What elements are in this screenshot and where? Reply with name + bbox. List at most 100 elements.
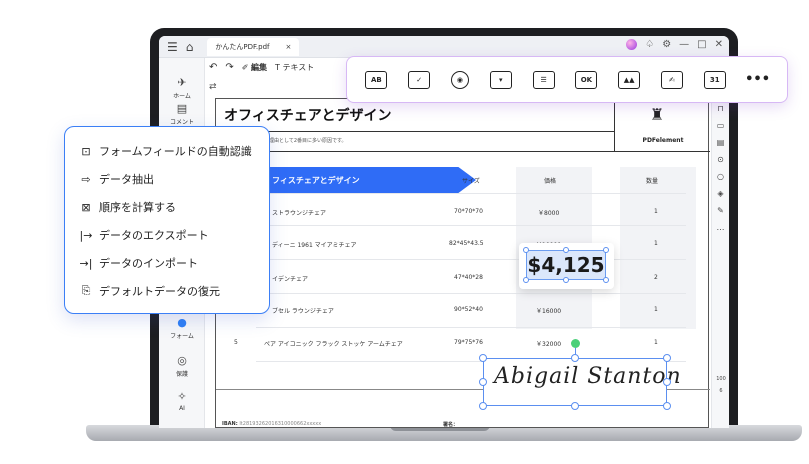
tab-close-icon[interactable]: ×	[286, 43, 292, 51]
menu-item-data-extract[interactable]: ⇨ データ抽出	[79, 171, 154, 187]
resize-handle[interactable]	[663, 354, 671, 362]
resize-handle[interactable]	[663, 402, 671, 410]
resize-handle[interactable]	[571, 354, 579, 362]
menu-item-export[interactable]: |→ データのエクスポート	[79, 227, 209, 243]
menu-item-import[interactable]: →| データのインポート	[79, 255, 198, 271]
table-cell-name: ディーニ 1961 マイアミチェア	[272, 242, 357, 249]
resize-handle[interactable]	[479, 402, 487, 410]
filter-icon[interactable]: ⇄	[209, 82, 217, 92]
more-icon[interactable]: •••	[745, 71, 770, 89]
attachment-icon[interactable]: ⊙	[712, 155, 729, 164]
table-cell-size: 90*52*40	[454, 306, 483, 313]
resize-handle[interactable]	[523, 277, 529, 283]
dropdown-icon[interactable]: ▾	[489, 70, 512, 89]
radio-button-icon[interactable]: ◉	[450, 70, 469, 89]
sidebar-item-ai[interactable]: ✧ AI	[159, 390, 205, 412]
form-feature-menu: ⊡ フォームフィールドの自動認識 ⇨ データ抽出 ⊠ 順序を計算する |→ デー…	[64, 126, 270, 314]
close-icon[interactable]: ✕	[715, 39, 723, 50]
resize-handle[interactable]	[563, 277, 569, 283]
iban-value[interactable]: It28193262016310000662xxxxx	[239, 421, 321, 427]
table-cell-qty: 1	[654, 240, 658, 247]
table-cell-price[interactable]: ￥16000	[536, 306, 561, 315]
date-field-icon[interactable]: 31	[703, 70, 726, 89]
column-header-size: サイズ	[462, 178, 480, 185]
hero-illustration: ☰ ⌂ かんたんPDF.pdf × ♤ ⚙ — □ ✕ ↶ ↷ ✐ 編集 T テ…	[0, 0, 809, 464]
avatar[interactable]	[626, 39, 638, 50]
signature-field-icon[interactable]: ✍	[660, 70, 683, 89]
signature-text: Abigail Stanton	[494, 364, 682, 389]
rotate-handle[interactable]	[571, 339, 580, 348]
sidebar-item-form[interactable]: ● フォーム	[159, 316, 205, 340]
image-field-icon[interactable]: ▲▲	[618, 70, 641, 89]
iban-field: IBAN: It28193262016310000662xxxxx	[222, 421, 321, 427]
sidebar-item-label: ホーム	[173, 93, 191, 100]
sidebar-item-protect[interactable]: ◎ 保護	[159, 354, 205, 378]
iban-label: IBAN:	[222, 421, 238, 427]
edit-icon: ✐	[241, 63, 249, 72]
zoom-level[interactable]: 100	[712, 376, 729, 382]
menu-item-auto-recognize[interactable]: ⊡ フォームフィールドの自動認識	[79, 143, 251, 159]
layers-icon[interactable]: ◈	[712, 189, 729, 198]
sidebar-item-home[interactable]: ✈ ホーム	[159, 76, 205, 100]
page-indicator: 6	[719, 388, 723, 394]
table-cell-num: 5	[234, 339, 238, 346]
calculate-icon: ⊠	[81, 200, 91, 214]
menu-item-label: データのインポート	[99, 257, 198, 270]
text-field-icon[interactable]: AB	[365, 70, 388, 89]
bell-icon[interactable]: ♤	[645, 39, 654, 50]
button-field-icon[interactable]: OK	[575, 70, 598, 89]
data-extract-icon: ⇨	[81, 172, 91, 186]
table-cell-qty: 1	[654, 208, 658, 215]
checkbox-icon[interactable]: ✓	[408, 70, 431, 89]
table-cell-name: イデンチェア	[272, 276, 309, 283]
comment-panel-icon[interactable]: ▭	[712, 121, 729, 130]
home-icon[interactable]: ⌂	[186, 40, 194, 54]
edit-tool-button[interactable]: ✐ 編集	[242, 62, 267, 73]
resize-handle[interactable]	[603, 277, 609, 283]
maximize-icon[interactable]: □	[697, 39, 706, 50]
gear-icon[interactable]: ⚙	[662, 39, 671, 50]
menu-item-calculate[interactable]: ⊠ 順序を計算する	[79, 199, 176, 215]
hamburger-icon[interactable]: ☰	[167, 40, 178, 54]
document-tab[interactable]: かんたんPDF.pdf ×	[207, 37, 300, 56]
more-panel-icon[interactable]: …	[712, 223, 729, 232]
bookmark-icon[interactable]: ⊓	[712, 104, 729, 113]
signature-panel-icon[interactable]: ✎	[712, 206, 729, 215]
resize-handle[interactable]	[563, 247, 569, 253]
column-bg-qty	[620, 167, 696, 329]
table-cell-price[interactable]: ￥32000	[536, 339, 561, 348]
list-box-icon[interactable]: ☰	[532, 70, 555, 89]
table-cell-name: ストラウンジチェア	[272, 210, 327, 217]
table-cell-size: 79*75*76	[454, 339, 483, 346]
document-title: オフィスチェアとデザイン	[224, 108, 392, 124]
shield-icon: ◎	[177, 354, 187, 367]
row-divider	[256, 327, 686, 328]
divider	[216, 131, 614, 132]
minimize-icon[interactable]: —	[679, 39, 689, 50]
tab-title: かんたんPDF.pdf	[215, 42, 270, 51]
undo-icon[interactable]: ↶	[209, 62, 217, 73]
text-label: テキスト	[282, 63, 315, 72]
row-divider	[256, 225, 686, 226]
menu-item-restore[interactable]: ⎘ デフォルトデータの復元	[79, 283, 220, 299]
resize-handle[interactable]	[523, 247, 529, 253]
text-tool-button[interactable]: T テキスト	[275, 62, 314, 73]
table-cell-size: 47*40*28	[454, 274, 483, 281]
resize-handle[interactable]	[571, 402, 579, 410]
sidebar-item-label: AI	[179, 405, 185, 412]
auto-recognize-icon: ⊡	[81, 144, 91, 158]
resize-handle[interactable]	[479, 354, 487, 362]
table-cell-qty: 1	[654, 306, 658, 313]
sidebar-item-comment[interactable]: ▤ コメント	[159, 102, 205, 126]
redo-icon[interactable]: ↷	[225, 62, 233, 73]
search-icon[interactable]: ○	[712, 172, 729, 181]
thumbnail-icon[interactable]: ▤	[712, 138, 729, 147]
window-controls: ♤ ⚙ — □ ✕	[626, 39, 723, 50]
resize-handle[interactable]	[479, 378, 487, 386]
menu-item-label: データ抽出	[99, 173, 154, 186]
resize-handle[interactable]	[603, 247, 609, 253]
price-field[interactable]: $4,125	[526, 250, 606, 280]
table-cell-price[interactable]: ￥8000	[538, 208, 559, 217]
main-toolbar: ↶ ↷ ✐ 編集 T テキスト	[209, 62, 314, 73]
resize-handle[interactable]	[663, 378, 671, 386]
